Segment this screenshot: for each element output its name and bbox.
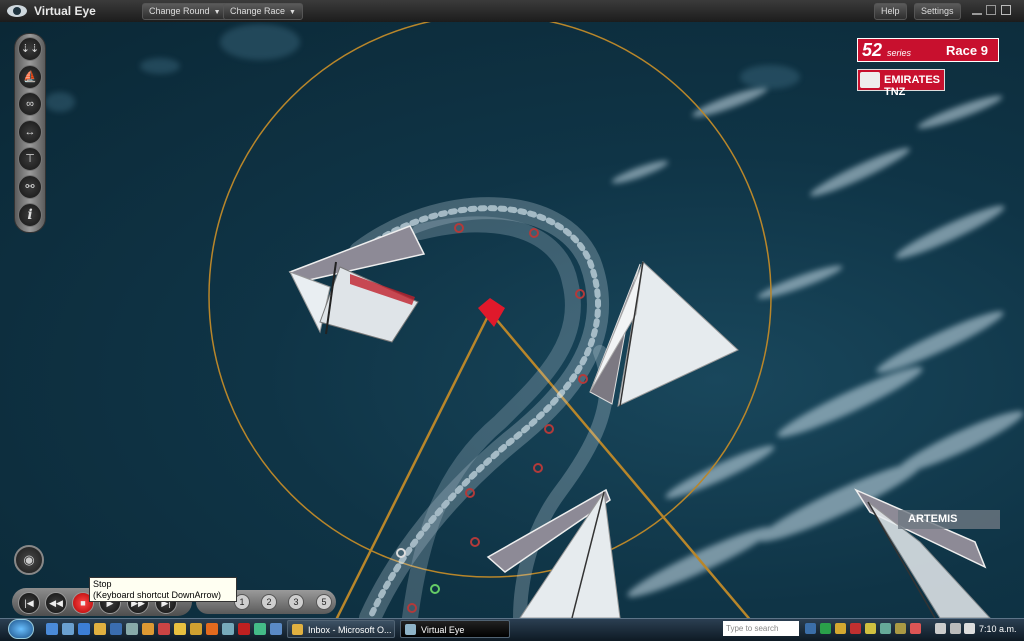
series-word: series <box>887 48 912 58</box>
start-orb-icon[interactable] <box>8 619 34 639</box>
chevron-down-icon: ▼ <box>289 9 296 16</box>
speed-5-button[interactable]: 5 <box>316 594 332 610</box>
change-round-button[interactable]: Change Round ▼ <box>142 3 228 20</box>
leading-boat-badge: EMIRATES TNZ <box>857 69 945 98</box>
boat-opponent-1 <box>589 261 739 407</box>
speed-3-button[interactable]: 3 <box>288 594 304 610</box>
wind-arrows-icon[interactable]: ⇣⇣ <box>18 37 42 61</box>
help-button[interactable]: Help <box>874 3 907 20</box>
app-icon-7[interactable] <box>238 623 250 635</box>
stop-tooltip: Stop (Keyboard shortcut DownArrow) <box>89 577 237 602</box>
app-icon-5[interactable] <box>190 623 202 635</box>
volume-icon[interactable] <box>964 623 975 634</box>
app-icon-1[interactable] <box>126 623 138 635</box>
ie-icon[interactable] <box>78 623 90 635</box>
taskbar-item-virtual-eye[interactable]: Virtual Eye <box>400 620 510 638</box>
firefox-icon[interactable] <box>206 623 218 635</box>
race-badge: 52 series Race 9 <box>857 38 999 62</box>
change-race-button[interactable]: Change Race ▼ <box>223 3 303 20</box>
outlook-icon <box>292 624 303 635</box>
app-icon-8[interactable] <box>254 623 266 635</box>
tray-icon-5[interactable] <box>880 623 891 634</box>
tooltip-shortcut: (Keyboard shortcut DownArrow) <box>93 590 222 600</box>
taskbar-clock[interactable]: 7:10 a.m. <box>979 624 1017 634</box>
shield-icon[interactable] <box>950 623 961 634</box>
tray-icon-6[interactable] <box>895 623 906 634</box>
settings-button[interactable]: Settings <box>914 3 961 20</box>
course-marks-icon[interactable]: ⊤ <box>18 147 42 171</box>
app-icon-9[interactable] <box>270 623 282 635</box>
series-number: 52 <box>862 40 883 60</box>
info-icon[interactable]: i <box>18 203 42 227</box>
view-toolbar: ⇣⇣ ⛵ ∞ ↔ ⊤ ⚯ i <box>14 33 46 233</box>
tray-icon-4[interactable] <box>865 623 876 634</box>
mark-buoy-icon <box>478 298 505 327</box>
taskbar-item-label: Virtual Eye <box>421 625 465 635</box>
change-race-label: Change Race <box>230 6 286 16</box>
taskbar-item-label: Inbox - Microsoft O... <box>308 625 392 635</box>
restore-icon[interactable] <box>986 5 996 15</box>
app-icon-2[interactable] <box>142 623 154 635</box>
media-icon[interactable] <box>110 623 122 635</box>
folder-icon[interactable] <box>94 623 106 635</box>
binoculars-icon[interactable]: ∞ <box>18 92 42 116</box>
tray-icon-2[interactable] <box>835 623 846 634</box>
close-icon[interactable] <box>1001 5 1011 15</box>
team-logo-icon <box>860 72 880 88</box>
change-round-label: Change Round <box>149 6 210 16</box>
tooltip-title: Stop <box>93 579 112 589</box>
eye-app-icon <box>405 624 416 635</box>
race-label: Race 9 <box>946 43 988 58</box>
app-title: Virtual Eye <box>34 4 96 18</box>
app-icon-3[interactable] <box>158 623 170 635</box>
rewind-icon[interactable]: ◀◀ <box>45 592 67 614</box>
taskbar-item-outlook[interactable]: Inbox - Microsoft O... <box>287 620 395 638</box>
taskbar-search-input[interactable]: Type to search <box>723 621 799 636</box>
app-icon-4[interactable] <box>174 623 186 635</box>
search-icon[interactable] <box>805 623 816 634</box>
race-viewport[interactable] <box>0 22 1024 618</box>
distance-icon[interactable]: ↔ <box>18 120 42 144</box>
tray-icon-3[interactable] <box>850 623 861 634</box>
speed-2-button[interactable]: 2 <box>261 594 277 610</box>
cloud-reflections <box>45 24 800 112</box>
skip-to-start-icon[interactable]: |◀ <box>18 592 40 614</box>
eye-logo-icon <box>7 5 27 17</box>
tray-icon-1[interactable] <box>820 623 831 634</box>
boat-label-artemis[interactable]: ARTEMIS <box>898 510 1000 529</box>
minimize-icon[interactable] <box>972 5 982 15</box>
race-scene-graphics <box>45 22 1024 618</box>
chevron-down-icon: ▼ <box>213 9 221 16</box>
camera-icon[interactable]: ◉ <box>14 545 44 575</box>
title-bar: Virtual Eye Change Round ▼ Change Race ▼ H… <box>0 0 1024 23</box>
switch-windows-icon[interactable] <box>62 623 74 635</box>
app-icon-6[interactable] <box>222 623 234 635</box>
link-icon[interactable]: ⚯ <box>18 175 42 199</box>
tray-icon-7[interactable] <box>910 623 921 634</box>
show-desktop-icon[interactable] <box>46 623 58 635</box>
network-icon[interactable] <box>935 623 946 634</box>
leading-boat-name: EMIRATES TNZ <box>884 74 941 98</box>
boat-view-icon[interactable]: ⛵ <box>18 65 42 89</box>
